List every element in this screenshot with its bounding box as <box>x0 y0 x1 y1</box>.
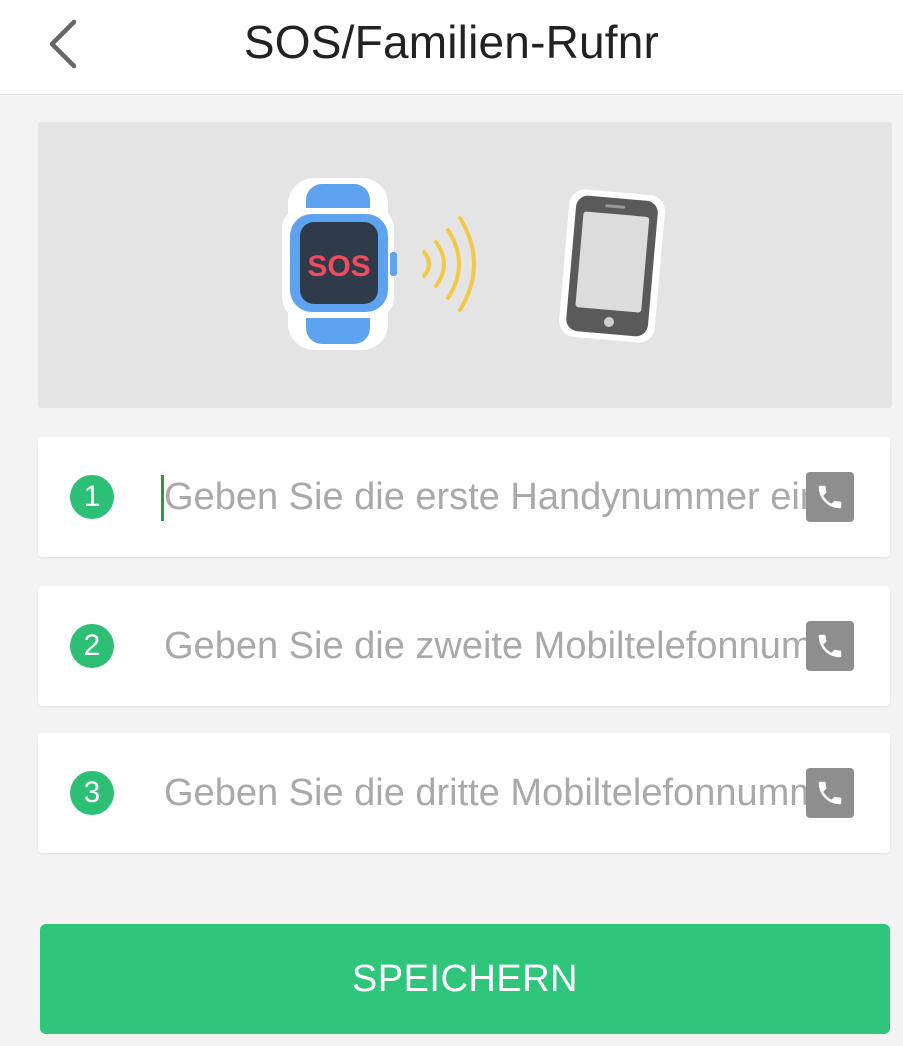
watch-sos-label: SOS <box>307 250 370 283</box>
contact-picker-button-1[interactable] <box>806 472 854 522</box>
contact-row-1: 1 <box>38 437 890 557</box>
contact-picker-button-2[interactable] <box>806 621 854 671</box>
page-title: SOS/Familien-Rufnr <box>243 16 660 68</box>
phone-book-icon <box>818 634 842 658</box>
save-button[interactable]: SPEICHERN <box>40 924 890 1034</box>
contact-picker-button-3[interactable] <box>806 768 854 818</box>
sos-banner: SOS <box>38 122 892 408</box>
mobile-phone-icon <box>559 189 665 343</box>
app-header: SOS/Familien-Rufnr <box>0 0 903 95</box>
phone-book-icon <box>818 485 842 509</box>
phone-number-input-3[interactable] <box>158 761 814 825</box>
contact-number-badge-3: 3 <box>70 771 114 815</box>
sos-illustration: SOS <box>282 178 665 350</box>
phone-number-input-2[interactable] <box>158 614 814 678</box>
contact-number-badge-1: 1 <box>70 475 114 519</box>
phone-number-input-1[interactable] <box>158 465 814 529</box>
signal-waves-icon <box>422 216 476 312</box>
contact-row-2: 2 <box>38 586 890 706</box>
text-cursor <box>161 475 164 521</box>
contact-number-badge-2: 2 <box>70 624 114 668</box>
smartwatch-icon: SOS <box>282 178 397 350</box>
contact-row-3: 3 <box>38 733 890 853</box>
phone-book-icon <box>818 781 842 805</box>
